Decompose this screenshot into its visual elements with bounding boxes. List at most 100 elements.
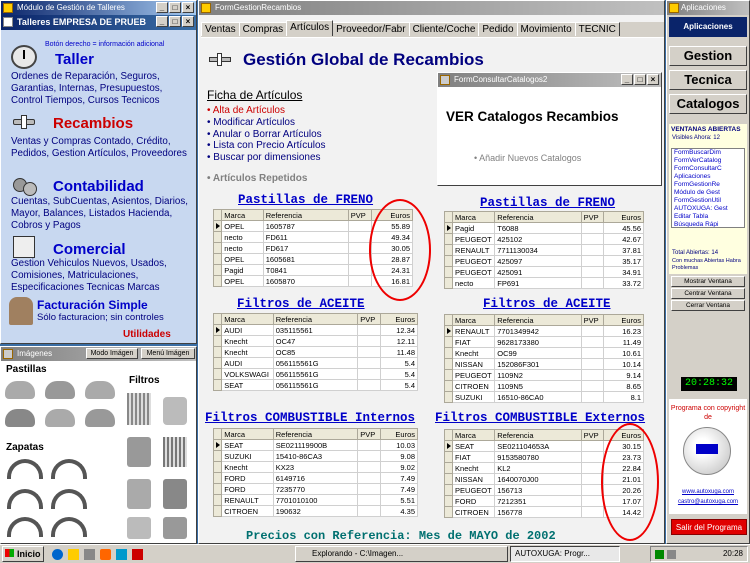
table-row[interactable]: PEUGEOT 425097 35.17	[443, 255, 645, 267]
open-window-item[interactable]: FormVerCatalog	[672, 157, 744, 165]
taller-title[interactable]: Taller	[55, 51, 94, 68]
add-catalog-link[interactable]: • Añadir Nuevos Catalogos	[474, 153, 581, 163]
aceite-left-table[interactable]: Marca Referencia PVP Euros AUDI 035115561 12.3…	[212, 313, 419, 391]
table-row[interactable]: AUDI 056115561G 5.4	[212, 357, 419, 369]
catalog-titlebar[interactable]: FormConsultarCatalogos2 _ □ ×	[438, 73, 661, 87]
folder-icon[interactable]	[68, 549, 79, 560]
open-window-item[interactable]: Búsqueda Rápi	[672, 221, 744, 227]
column-header[interactable]: PVP	[580, 429, 604, 441]
images-titlebar[interactable]: Imágenes Modo Imágen Menú Imágen	[1, 347, 196, 361]
column-header[interactable]: Euros	[379, 428, 419, 440]
company-close-button[interactable]: ×	[182, 16, 194, 27]
open-window-item[interactable]: FormGestionRe	[672, 181, 744, 189]
column-header[interactable]: PVP	[357, 313, 381, 325]
contabilidad-title[interactable]: Contabilidad	[53, 178, 144, 195]
utilidades-link[interactable]: Utilidades	[123, 329, 171, 340]
table-row[interactable]: Knecht OC85 11.48	[212, 346, 419, 358]
centrar-ventana-button[interactable]: Centrar Ventana	[671, 288, 745, 299]
catalog-minimize-button[interactable]: _	[621, 74, 633, 85]
email-link[interactable]: castro@autoxuga.com	[671, 499, 745, 505]
app-shortcut-icon[interactable]	[132, 549, 143, 560]
column-header[interactable]: PVP	[580, 314, 604, 326]
tab-cliente-coche[interactable]: Cliente/Coche	[408, 22, 480, 36]
start-button[interactable]: Inicio	[2, 546, 44, 562]
column-header[interactable]: Euros	[379, 313, 419, 325]
taskbar-autoxuga[interactable]: AUTOXUGA: Progr...	[510, 546, 620, 562]
facturacion-title[interactable]: Facturación Simple	[37, 298, 148, 312]
ie-icon[interactable]	[52, 549, 63, 560]
open-window-item[interactable]: FormConsultarC	[672, 165, 744, 173]
company-minimize-button[interactable]: _	[156, 16, 168, 27]
website-link[interactable]: www.autoxuga.com	[671, 489, 745, 495]
tab-articulos[interactable]: Artículos	[286, 20, 334, 36]
column-header[interactable]: Marca	[452, 429, 496, 441]
lista-precio-link[interactable]: • Lista con Precio Artículos	[207, 140, 326, 152]
table-row[interactable]: SUZUKI 16510-86CA0 8.1	[443, 391, 645, 403]
anular-articulos-link[interactable]: • Anular o Borrar Artículos	[207, 129, 326, 141]
open-window-item[interactable]: Aplicaciones	[672, 173, 744, 181]
open-windows-list[interactable]: FormBuscarDim FormVerCatalog FormConsultar…	[671, 148, 745, 228]
recambios-title[interactable]: Recambios	[53, 115, 133, 132]
mostrar-ventana-button[interactable]: Mostrar Ventana	[671, 276, 745, 287]
tray-icon[interactable]	[655, 550, 664, 559]
media-icon[interactable]	[100, 549, 111, 560]
tab-movimiento[interactable]: Movimiento	[516, 22, 576, 36]
table-row[interactable]: Knecht OC47 12.11	[212, 335, 419, 347]
table-row[interactable]: PEUGEOT 1109N2 9.14	[443, 369, 645, 381]
tab-tecnic[interactable]: TECNIC	[574, 22, 620, 36]
alta-articulos-link[interactable]: • Alta de Artículos	[207, 105, 326, 117]
column-header[interactable]: Referencia	[272, 313, 359, 325]
table-row[interactable]: VOLKSWAGI 056115561G 5.4	[212, 368, 419, 380]
freno-right-table[interactable]: Marca Referencia PVP Euros Pagid T6088 45.56 PE…	[443, 211, 645, 289]
catalogos-button[interactable]: Catalogos	[669, 94, 747, 114]
minimize-button[interactable]: _	[156, 2, 168, 13]
column-header[interactable]: PVP	[347, 209, 372, 221]
right-titlebar[interactable]: Aplicaciones	[667, 1, 749, 15]
combustible-int-table[interactable]: Marca Referencia PVP Euros SEAT SE021119900B 1…	[212, 428, 419, 517]
column-header[interactable]: Referencia	[494, 314, 582, 326]
table-row[interactable]: SEAT SE021119900B 10.03	[212, 439, 419, 451]
table-row[interactable]: Knecht OC99 10.61	[443, 347, 645, 359]
image-mode-dropdown[interactable]: Modo Imágen	[86, 348, 138, 359]
close-button[interactable]: ×	[182, 2, 194, 13]
tab-compras[interactable]: Compras	[238, 22, 288, 36]
gestion-button[interactable]: Gestion	[669, 46, 747, 66]
column-header[interactable]: Referencia	[262, 209, 349, 221]
buscar-dimensiones-link[interactable]: • Buscar por dimensiones	[207, 152, 326, 164]
table-row[interactable]: FIAT 9628173380 11.49	[443, 336, 645, 348]
open-window-item[interactable]: Módulo de Gest	[672, 189, 744, 197]
catalog-close-button[interactable]: ×	[647, 74, 659, 85]
open-window-item[interactable]: AUTOXUGA: Gest	[672, 205, 744, 213]
column-header[interactable]: Referencia	[494, 211, 582, 223]
table-row[interactable]: PEUGEOT 425102 42.67	[443, 233, 645, 245]
company-maximize-button[interactable]: □	[169, 16, 181, 27]
table-row[interactable]: necto FP691 33.72	[443, 277, 645, 289]
table-row[interactable]: CITROEN 190632 4.35	[212, 505, 419, 517]
table-row[interactable]: PEUGEOT 425091 34.91	[443, 266, 645, 278]
cerrar-ventana-button[interactable]: Cerrar Ventana	[671, 300, 745, 311]
image-menu-dropdown[interactable]: Menú Imágen	[141, 348, 195, 359]
table-row[interactable]: AUDI 035115561 12.34	[212, 324, 419, 336]
column-header[interactable]: Marca	[452, 314, 496, 326]
open-window-item[interactable]: Editar Tabla	[672, 213, 744, 221]
table-row[interactable]: FORD 7235770 7.49	[212, 483, 419, 495]
table-row[interactable]: SEAT 056115561G 5.4	[212, 379, 419, 391]
open-window-item[interactable]: FormBuscarDim	[672, 149, 744, 157]
table-row[interactable]: FORD 6149716 7.49	[212, 472, 419, 484]
table-row[interactable]: SUZUKI 15410-86CA3 9.08	[212, 450, 419, 462]
catalog-maximize-button[interactable]: □	[634, 74, 646, 85]
speaker-icon[interactable]	[667, 550, 676, 559]
table-row[interactable]: RENAULT 7701010100 5.51	[212, 494, 419, 506]
table-row[interactable]: RENAULT 7711130034 37.81	[443, 244, 645, 256]
column-header[interactable]: Marca	[221, 313, 274, 325]
column-header[interactable]: Marca	[221, 209, 264, 221]
aceite-right-table[interactable]: Marca Referencia PVP Euros RENAULT 7701349942…	[443, 314, 645, 403]
column-header[interactable]: Euros	[602, 314, 645, 326]
column-header[interactable]: PVP	[580, 211, 604, 223]
table-row[interactable]: Pagid T6088 45.56	[443, 222, 645, 234]
taskbar-explorer[interactable]: Explorando - C:\Imagen...	[295, 546, 508, 562]
exit-program-button[interactable]: Salir del Programa	[671, 519, 747, 535]
column-header[interactable]: Referencia	[494, 429, 582, 441]
column-header[interactable]: Euros	[602, 211, 645, 223]
main-titlebar[interactable]: FormGestionRecambios	[199, 1, 664, 15]
